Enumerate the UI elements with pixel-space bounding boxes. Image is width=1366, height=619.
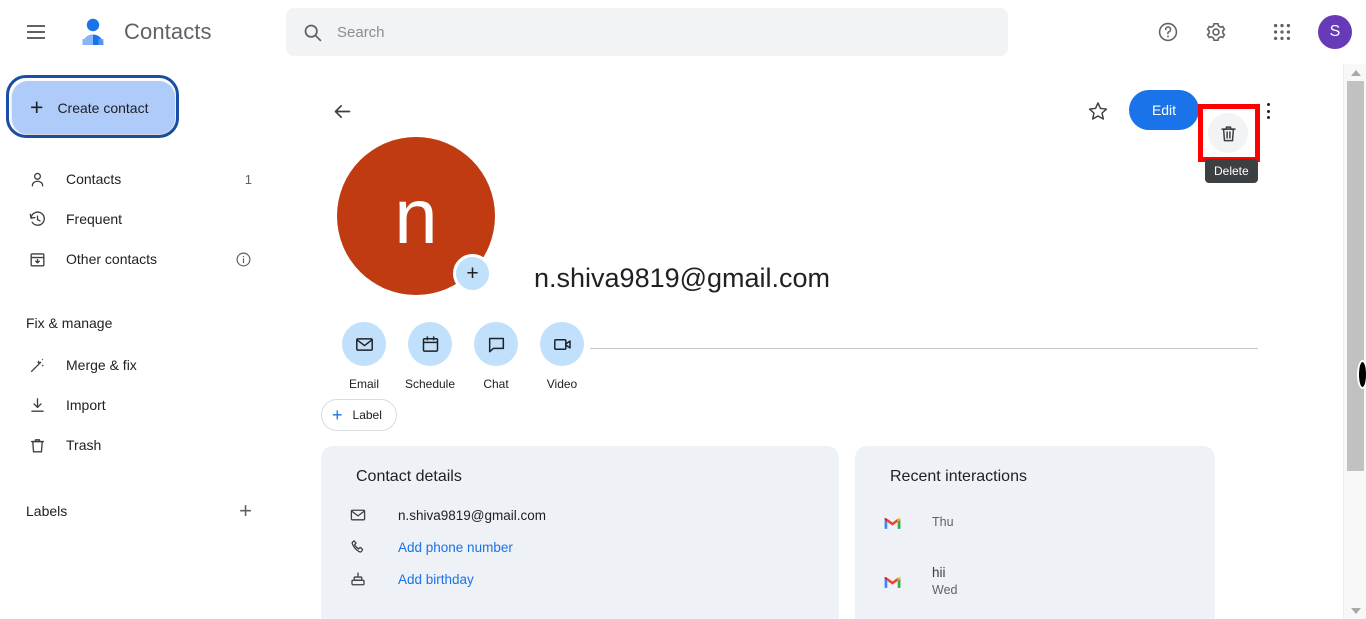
interaction-date: Thu: [932, 515, 954, 529]
labels-section-header: Labels +: [0, 491, 280, 531]
add-birthday-link[interactable]: Add birthday: [398, 572, 474, 587]
main-content: Edit Delete n + n.shiva9819@gmail.com Em…: [280, 64, 1343, 619]
phone-icon: [346, 538, 370, 556]
sidebar-item-import[interactable]: Import: [0, 385, 264, 425]
quick-action-email[interactable]: Email: [331, 322, 397, 391]
sidebar-item-label: Trash: [66, 437, 102, 453]
quick-actions: Email Schedule Chat Video: [331, 322, 595, 391]
card-title: Contact details: [356, 468, 462, 485]
card-title: Recent interactions: [890, 468, 1027, 485]
chevron-up-icon[interactable]: [1344, 64, 1366, 81]
sidebar-item-frequent[interactable]: Frequent: [0, 199, 264, 239]
calendar-icon: [408, 322, 452, 366]
chevron-down-icon[interactable]: [1344, 602, 1366, 619]
sidebar-item-contacts[interactable]: Contacts 1: [0, 159, 264, 199]
sidebar-item-label: Import: [66, 397, 106, 413]
sidebar-item-trash[interactable]: Trash: [0, 425, 264, 465]
envelope-icon: [346, 506, 370, 524]
quick-action-label: Email: [348, 377, 379, 391]
app-title: Contacts: [124, 19, 212, 44]
interaction-subject: hii: [932, 565, 946, 580]
sidebar-item-merge-and-fix[interactable]: Merge & fix: [0, 345, 264, 385]
detail-row-email[interactable]: n.shiva9819@gmail.com: [346, 499, 839, 531]
page-scrollbar[interactable]: [1343, 64, 1366, 619]
delete-tooltip: Delete: [1205, 159, 1258, 183]
delete-button[interactable]: [1208, 113, 1248, 153]
sidebar: + Create contact Contacts 1 Frequent Oth…: [0, 64, 280, 619]
contact-details-card: Contact details n.shiva9819@gmail.com Ad…: [321, 446, 839, 619]
star-outline-icon[interactable]: [1078, 91, 1118, 131]
recent-interactions-card: Recent interactions Thu hii Wed: [855, 446, 1215, 619]
quick-actions-divider: [590, 348, 1258, 349]
scrollbar-thumb[interactable]: [1347, 81, 1364, 471]
back-arrow-icon[interactable]: [322, 91, 362, 131]
add-label-text: Label: [352, 408, 382, 422]
quick-action-label: Chat: [483, 377, 509, 391]
avatar[interactable]: S: [1318, 15, 1352, 49]
labels-title: Labels: [26, 503, 68, 519]
top-app-bar: Contacts Search S: [0, 0, 1366, 64]
sidebar-item-other-contacts[interactable]: Other contacts: [0, 239, 264, 279]
quick-action-video[interactable]: Video: [529, 322, 595, 391]
download-icon: [26, 394, 48, 416]
list-item[interactable]: Thu: [880, 505, 1215, 539]
more-vertical-icon[interactable]: [1248, 91, 1288, 131]
magic-wand-icon: [26, 354, 48, 376]
apps-grid-icon[interactable]: [1260, 10, 1304, 54]
search-bar[interactable]: [286, 8, 1008, 56]
chat-bubble-icon: [474, 322, 518, 366]
sidebar-item-label: Contacts: [66, 171, 122, 187]
quick-action-label: Video: [546, 377, 578, 391]
quick-action-chat[interactable]: Chat: [463, 322, 529, 391]
search-input[interactable]: [337, 23, 1008, 41]
envelope-icon: [342, 322, 386, 366]
quick-action-schedule[interactable]: Schedule: [397, 322, 463, 391]
add-label-chip[interactable]: + Label: [321, 399, 397, 431]
add-label-icon[interactable]: +: [239, 500, 252, 522]
sidebar-item-label: Frequent: [66, 211, 123, 227]
gmail-icon: [880, 515, 904, 530]
help-icon[interactable]: [1146, 10, 1190, 54]
section-fix-and-manage: Fix & manage: [26, 315, 113, 331]
gmail-icon: [880, 574, 904, 589]
edit-button[interactable]: Edit: [1129, 90, 1199, 130]
search-icon: [302, 22, 323, 43]
create-contact-label: Create contact: [57, 99, 149, 116]
detail-value: n.shiva9819@gmail.com: [398, 507, 547, 523]
page-title: n.shiva9819@gmail.com: [534, 263, 831, 293]
history-clock-icon: [26, 208, 48, 230]
plus-icon: +: [30, 94, 44, 120]
gear-icon[interactable]: [1194, 10, 1238, 54]
contact-action-bar: Edit Delete: [280, 86, 1343, 183]
archive-box-icon: [26, 248, 48, 270]
person-icon: [26, 168, 48, 190]
brand[interactable]: Contacts: [76, 15, 212, 49]
detail-row-birthday[interactable]: Add birthday: [346, 563, 839, 595]
sidebar-item-label: Merge & fix: [66, 357, 137, 373]
plus-icon: +: [332, 405, 343, 425]
top-right-actions: S: [1146, 0, 1352, 64]
create-contact-button[interactable]: + Create contact: [12, 81, 175, 134]
create-contact-focus-ring: + Create contact: [6, 75, 179, 138]
cake-icon: [346, 570, 370, 588]
add-phone-link[interactable]: Add phone number: [398, 540, 513, 555]
trash-icon: [26, 434, 48, 456]
interaction-date: Wed: [932, 582, 958, 597]
add-photo-button[interactable]: +: [453, 254, 492, 293]
contacts-logo-icon: [76, 15, 110, 49]
hamburger-icon[interactable]: [12, 8, 60, 56]
info-icon[interactable]: [235, 251, 252, 268]
video-camera-icon: [540, 322, 584, 366]
sidebar-item-label: Other contacts: [66, 251, 158, 267]
list-item[interactable]: hii Wed: [880, 564, 1215, 599]
detail-row-phone[interactable]: Add phone number: [346, 531, 839, 563]
quick-action-label: Schedule: [404, 377, 456, 391]
sidebar-item-count: 1: [244, 171, 252, 187]
mouse-cursor: [1357, 360, 1366, 389]
